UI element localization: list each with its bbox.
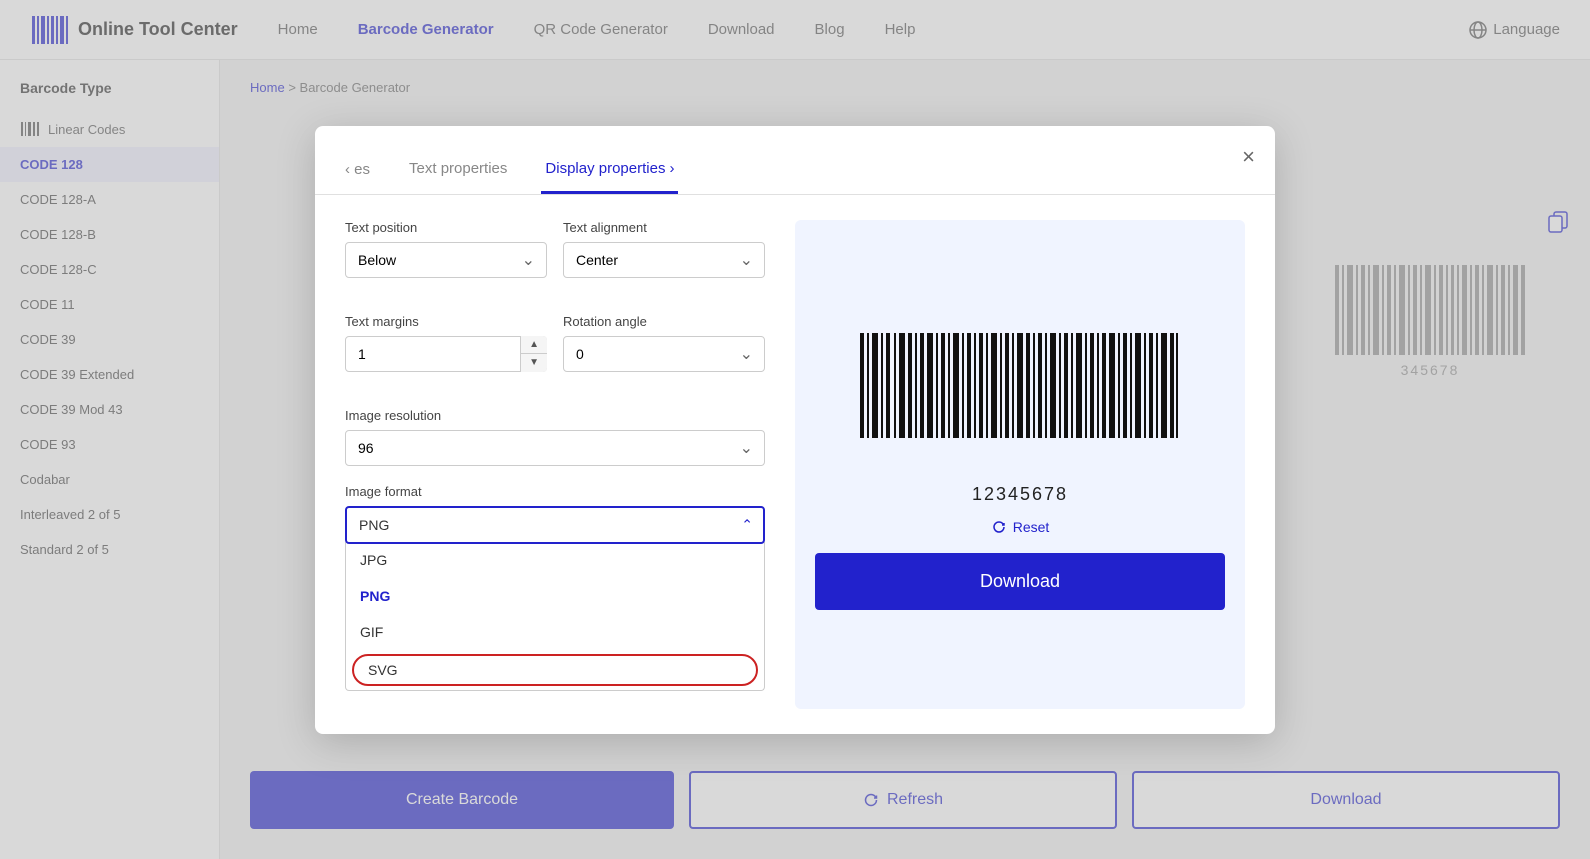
text-position-label: Text position <box>345 220 547 235</box>
barcode-preview: 12345678 <box>815 318 1225 505</box>
modal-download-button[interactable]: Download <box>815 553 1225 610</box>
image-resolution-select[interactable]: 7296150300 <box>345 430 765 466</box>
modal-tab-text-label: Text properties <box>409 160 507 177</box>
field-row-2: Text margins ▲ ▼ Rotation angle 0901 <box>345 314 765 390</box>
modal-tab-next-chevron: › <box>669 160 674 177</box>
text-position-select[interactable]: BelowAboveNone <box>345 242 547 278</box>
reset-button[interactable]: Reset <box>991 519 1050 535</box>
rotation-angle-wrapper: 090180270 <box>563 336 765 372</box>
modal-preview: 12345678 Reset Download <box>795 220 1245 709</box>
text-alignment-label: Text alignment <box>563 220 765 235</box>
barcode-number: 12345678 <box>972 484 1068 505</box>
rotation-angle-label: Rotation angle <box>563 314 765 329</box>
text-margins-label: Text margins <box>345 314 547 329</box>
reset-label: Reset <box>1013 519 1050 535</box>
format-option-gif[interactable]: GIF <box>346 614 764 650</box>
modal-body: Text position BelowAboveNone Text alignm… <box>315 195 1275 734</box>
image-format-dropdown: JPG PNG GIF SVG <box>345 542 765 691</box>
modal-close-button[interactable]: × <box>1242 144 1255 170</box>
text-alignment-group: Text alignment CenterLeftRight <box>563 220 765 278</box>
modal-tab-display-label: Display properties <box>545 160 665 177</box>
image-format-label: Image format <box>345 484 765 499</box>
text-position-group: Text position BelowAboveNone <box>345 220 547 278</box>
modal-tab-prev-label: es <box>354 161 370 178</box>
properties-modal: ‹ es Text properties Display properties … <box>315 126 1275 734</box>
modal-tab-text[interactable]: Text properties <box>405 146 511 194</box>
image-format-wrapper: PNG <box>345 506 765 544</box>
modal-header: ‹ es Text properties Display properties … <box>315 126 1275 195</box>
image-format-selected[interactable]: PNG <box>345 506 765 544</box>
text-alignment-wrapper: CenterLeftRight <box>563 242 765 278</box>
barcode-preview-svg <box>850 318 1190 478</box>
modal-overlay: ‹ es Text properties Display properties … <box>0 0 1590 859</box>
text-alignment-select[interactable]: CenterLeftRight <box>563 242 765 278</box>
text-position-wrapper: BelowAboveNone <box>345 242 547 278</box>
text-margins-input[interactable] <box>345 336 547 372</box>
modal-tab-prev[interactable]: ‹ es <box>345 161 370 178</box>
image-resolution-group: Image resolution 7296150300 <box>345 408 765 466</box>
rotation-angle-group: Rotation angle 090180270 <box>563 314 765 372</box>
rotation-angle-select[interactable]: 090180270 <box>563 336 765 372</box>
reset-icon <box>991 519 1007 535</box>
text-margins-down[interactable]: ▼ <box>521 354 547 372</box>
modal-tab-display[interactable]: Display properties › <box>541 146 678 194</box>
text-margins-up[interactable]: ▲ <box>521 336 547 355</box>
image-resolution-label: Image resolution <box>345 408 765 423</box>
format-option-svg[interactable]: SVG <box>352 654 758 686</box>
format-option-png[interactable]: PNG <box>346 578 764 614</box>
field-row-1: Text position BelowAboveNone Text alignm… <box>345 220 765 296</box>
text-margins-spinners: ▲ ▼ <box>520 336 547 372</box>
text-margins-group: Text margins ▲ ▼ <box>345 314 547 372</box>
text-margins-wrapper: ▲ ▼ <box>345 336 547 372</box>
image-format-group: Image format PNG JPG PNG GIF SVG <box>345 484 765 691</box>
modal-form: Text position BelowAboveNone Text alignm… <box>345 220 765 709</box>
image-resolution-wrapper: 7296150300 <box>345 430 765 466</box>
format-option-jpg[interactable]: JPG <box>346 542 764 578</box>
